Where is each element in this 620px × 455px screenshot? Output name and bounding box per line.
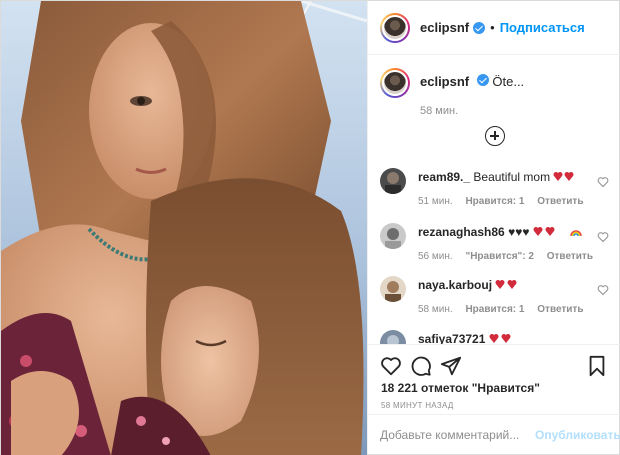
add-comment-bar: Опубликовать <box>368 414 620 454</box>
caption-time: 58 мин. <box>420 105 459 117</box>
load-more-comments-icon[interactable] <box>485 126 505 146</box>
rainbow-icon <box>570 230 582 237</box>
caption-text: Öte... <box>492 74 525 89</box>
caption-avatar[interactable] <box>380 68 410 98</box>
like-comment-icon[interactable] <box>597 231 609 243</box>
comments-list[interactable]: eclipsnf Öte... 58 мин. ream89._ Beautif… <box>368 56 620 344</box>
comment-username[interactable]: safiya73721 <box>418 332 485 344</box>
post-side-panel: eclipsnf • Подписаться eclipsnf Öte... 5… <box>367 1 620 454</box>
share-icon[interactable] <box>440 355 462 377</box>
comment-icon[interactable] <box>410 355 432 377</box>
post-actions: 18 221 отметок "Нравится" 58 МИНУТ НАЗАД <box>368 344 620 414</box>
like-comment-icon[interactable] <box>597 176 609 188</box>
comment-input[interactable] <box>380 427 535 442</box>
comment-username[interactable]: naya.karbouj <box>418 278 492 292</box>
comment-time: 56 мин. <box>418 251 453 262</box>
comment-time: 58 мин. <box>418 304 453 315</box>
heart-pair-icon <box>553 172 574 181</box>
comment-likes[interactable]: "Нравится": 2 <box>465 251 534 262</box>
reply-button[interactable]: Ответить <box>537 196 583 207</box>
heart-pair-icon <box>533 227 555 236</box>
verified-badge-icon <box>473 21 486 34</box>
comment-time: 51 мин. <box>418 196 453 207</box>
caption: eclipsnf Öte... 58 мин. <box>380 68 525 117</box>
follow-button[interactable]: Подписаться <box>500 20 585 35</box>
like-icon[interactable] <box>380 355 402 377</box>
comment-likes[interactable]: Нравится: 1 <box>465 304 524 315</box>
commenter-avatar[interactable] <box>380 223 406 249</box>
comment-text: ♥♥♥ <box>508 225 530 239</box>
caption-username[interactable]: eclipsnf <box>420 74 469 89</box>
post-header: eclipsnf • Подписаться <box>368 1 620 55</box>
bookmark-icon[interactable] <box>586 355 608 377</box>
likes-count[interactable]: 18 221 отметок "Нравится" <box>381 381 540 395</box>
comment-username[interactable]: ream89._ <box>418 170 470 184</box>
reply-button[interactable]: Ответить <box>537 304 583 315</box>
red-heart-icon <box>489 334 511 343</box>
comment-username[interactable]: rezanaghash86 <box>418 225 505 239</box>
reply-button[interactable]: Ответить <box>547 251 593 262</box>
comment-likes[interactable]: Нравится: 1 <box>465 196 524 207</box>
comment-text: Beautiful mom <box>473 170 551 184</box>
commenter-avatar[interactable] <box>380 330 406 344</box>
publish-button[interactable]: Опубликовать <box>535 428 620 442</box>
post-timestamp: 58 МИНУТ НАЗАД <box>381 401 454 410</box>
separator-dot: • <box>490 20 495 35</box>
photo-illustration <box>1 1 367 455</box>
author-avatar[interactable] <box>380 12 410 43</box>
verified-badge-icon <box>476 74 489 86</box>
like-comment-icon[interactable] <box>597 284 609 296</box>
post-photo[interactable] <box>1 1 367 455</box>
commenter-avatar[interactable] <box>380 168 406 194</box>
instagram-post: eclipsnf • Подписаться eclipsnf Öte... 5… <box>0 0 620 455</box>
red-heart-icon <box>495 280 517 289</box>
author-username[interactable]: eclipsnf <box>420 20 469 35</box>
commenter-avatar[interactable] <box>380 276 406 302</box>
